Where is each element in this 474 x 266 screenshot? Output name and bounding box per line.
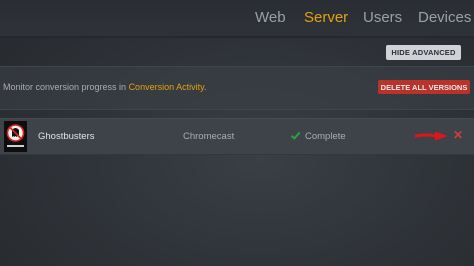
nav-tab-devices[interactable]: Devices (418, 9, 471, 26)
conversion-activity-link[interactable]: Conversion Activity (129, 82, 204, 92)
movie-poster-thumbnail (4, 121, 27, 152)
red-arrow-annotation-icon (415, 131, 448, 141)
conversion-notice-suffix: . (203, 82, 207, 92)
movie-title: Ghostbusters (38, 131, 95, 142)
hide-advanced-button[interactable]: HIDE ADVANCED (386, 45, 461, 60)
nav-tab-server[interactable]: Server (304, 9, 348, 26)
checkmark-icon (290, 131, 301, 140)
nav-divider (0, 36, 474, 38)
nav-tab-web[interactable]: Web (255, 9, 286, 26)
nav-tab-users[interactable]: Users (363, 9, 402, 26)
conversion-notice-prefix: Monitor conversion progress in (3, 82, 129, 92)
conversion-notice: Monitor conversion progress in Conversio… (3, 82, 206, 92)
target-device: Chromecast (183, 131, 235, 142)
top-navigation: Web Server Users Devices (0, 0, 474, 38)
ghostbusters-logo-icon (4, 121, 27, 152)
conversion-status: Complete (305, 131, 346, 142)
delete-all-versions-button[interactable]: DELETE ALL VERSIONS (378, 80, 470, 94)
remove-version-close-icon[interactable]: ✕ (453, 128, 463, 142)
